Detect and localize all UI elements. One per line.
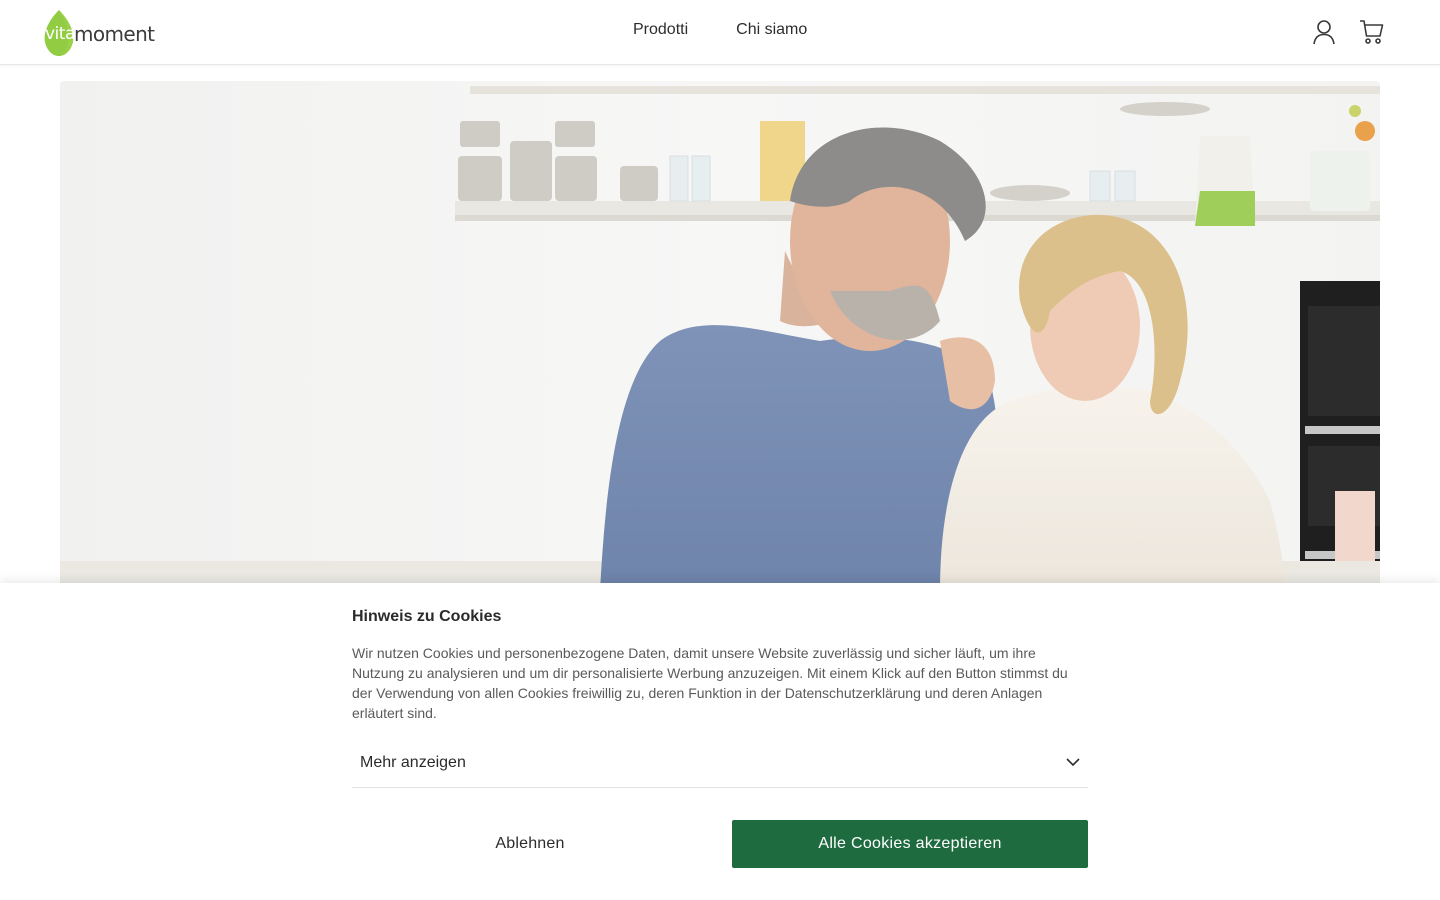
nav-item-prodotti[interactable]: Prodotti: [633, 21, 688, 39]
cookie-description: Wir nutzen Cookies und personenbezogene …: [352, 645, 1068, 721]
nav-item-chi-siamo[interactable]: Chi siamo: [736, 21, 807, 39]
chevron-down-icon: [1066, 754, 1080, 772]
decline-button[interactable]: Ablehnen: [352, 820, 708, 868]
logo-moment-text: moment: [74, 22, 155, 46]
show-more-toggle[interactable]: Mehr anzeigen: [352, 738, 1088, 788]
logo-vita-text: vita: [45, 24, 75, 44]
show-more-label: Mehr anzeigen: [360, 753, 466, 771]
cookie-banner: Hinweis zu Cookies Wir nutzen Cookies un…: [0, 583, 1440, 900]
leaf-icon: vita: [44, 9, 75, 57]
cart-icon[interactable]: [1359, 18, 1385, 46]
hero-image: [60, 81, 1380, 591]
accept-all-cookies-button[interactable]: Alle Cookies akzeptieren: [732, 820, 1088, 868]
site-header: vita moment Prodotti Chi siamo: [0, 0, 1440, 65]
vitamoment-logo[interactable]: vita moment: [44, 8, 155, 58]
cookie-title: Hinweis zu Cookies: [352, 608, 502, 625]
main-nav: Prodotti Chi siamo: [633, 21, 807, 39]
user-icon[interactable]: [1311, 18, 1337, 46]
